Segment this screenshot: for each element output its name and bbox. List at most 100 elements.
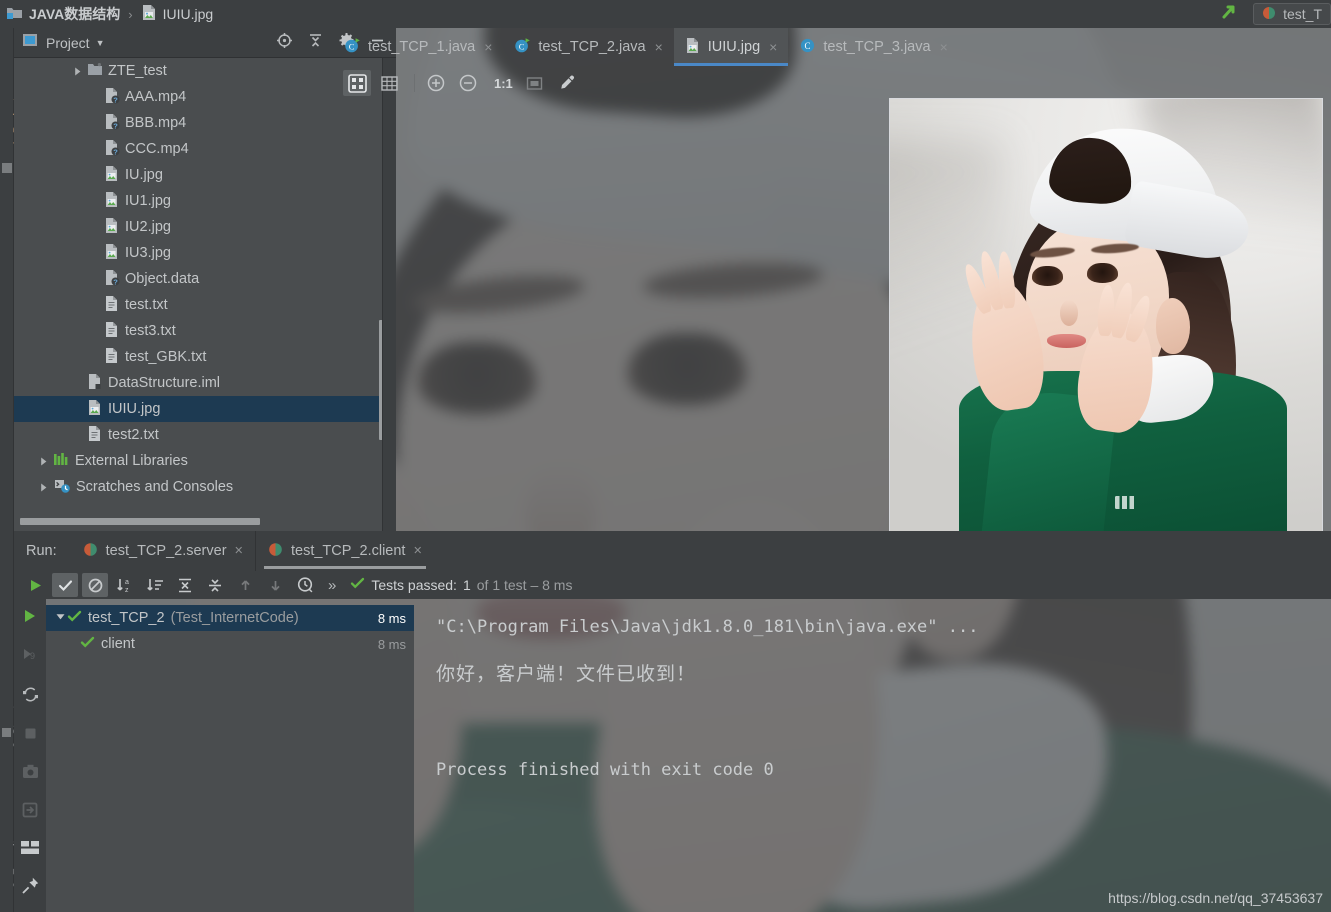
layout-icon[interactable] bbox=[20, 840, 40, 860]
chevron-right-icon[interactable] bbox=[88, 91, 101, 104]
run-config-chip[interactable]: test_T bbox=[1253, 3, 1331, 25]
chevron-right-icon[interactable] bbox=[88, 169, 101, 182]
fit-to-window-icon[interactable] bbox=[521, 70, 549, 96]
tree-row[interactable]: External Libraries bbox=[14, 448, 396, 474]
pin-icon[interactable] bbox=[21, 876, 40, 900]
chevron-right-icon[interactable] bbox=[71, 403, 84, 416]
import-icon[interactable] bbox=[21, 801, 39, 824]
zoom-in-icon[interactable] bbox=[422, 70, 450, 96]
auto-test-icon[interactable] bbox=[21, 685, 40, 709]
chevron-right-icon[interactable] bbox=[88, 117, 101, 130]
close-icon[interactable]: × bbox=[940, 39, 948, 55]
chevron-right-icon[interactable] bbox=[37, 455, 50, 468]
close-icon[interactable]: × bbox=[769, 39, 777, 55]
image-viewer-toolbar[interactable]: 1:1 bbox=[333, 66, 1331, 100]
chevron-right-icon[interactable] bbox=[88, 195, 101, 208]
test-row[interactable]: client 8 ms bbox=[46, 631, 414, 657]
sort-by-duration-button[interactable] bbox=[142, 573, 168, 597]
svg-text:z: z bbox=[125, 587, 129, 594]
run-tab-label: test_TCP_2.server bbox=[105, 543, 227, 559]
test-history-button[interactable] bbox=[292, 573, 318, 597]
editor-tab[interactable]: Ctest_TCP_3.java × bbox=[788, 28, 958, 66]
next-failed-button[interactable] bbox=[262, 573, 288, 597]
chevron-right-icon[interactable] bbox=[88, 247, 101, 260]
tree-row[interactable]: IU1.jpg bbox=[14, 188, 396, 214]
chevron-double-right-icon[interactable]: » bbox=[328, 577, 336, 594]
close-icon[interactable]: × bbox=[655, 39, 663, 55]
rerun-failed-icon[interactable]: 9 bbox=[21, 646, 39, 669]
editor-tab[interactable]: IUIU.jpg × bbox=[673, 28, 789, 66]
run-toolbar[interactable]: az » Tests passed: 1 of 1 test – 8 ms bbox=[14, 571, 1331, 599]
tree-row-label: IU2.jpg bbox=[125, 219, 171, 235]
color-picker-icon[interactable] bbox=[553, 70, 581, 96]
breadcrumb-separator: › bbox=[128, 6, 133, 22]
chevron-right-icon[interactable] bbox=[71, 377, 84, 390]
image-file-icon bbox=[104, 217, 120, 238]
close-icon[interactable]: × bbox=[484, 39, 492, 55]
expand-all-button[interactable] bbox=[172, 573, 198, 597]
sort-alphabetically-button[interactable]: az bbox=[112, 573, 138, 597]
collapse-all-button[interactable] bbox=[202, 573, 228, 597]
tree-row[interactable]: Scratches and Consoles bbox=[14, 474, 396, 500]
watermark-text: https://blog.csdn.net/qq_37453637 bbox=[1108, 890, 1323, 906]
chevron-right-icon[interactable] bbox=[88, 351, 101, 364]
chevron-right-icon[interactable] bbox=[88, 325, 101, 338]
show-passed-toggle[interactable] bbox=[52, 573, 78, 597]
editor-tab-bar[interactable]: Ctest_TCP_1.java × Ctest_TCP_2.java × IUIU.j… bbox=[333, 28, 1331, 66]
run-tab[interactable]: test_TCP_2.server × bbox=[71, 531, 255, 571]
locate-icon[interactable] bbox=[276, 32, 293, 54]
show-ignored-toggle[interactable] bbox=[82, 573, 108, 597]
prev-failed-button[interactable] bbox=[232, 573, 258, 597]
tree-row[interactable]: test.txt bbox=[14, 292, 396, 318]
chevron-right-icon[interactable] bbox=[71, 65, 84, 78]
test-row[interactable]: test_TCP_2 (Test_InternetCode) 8 ms bbox=[46, 605, 414, 631]
toggle-transparency-chessboard-icon[interactable] bbox=[343, 70, 371, 96]
tree-row-selected[interactable]: IUIU.jpg bbox=[14, 396, 396, 422]
rerun-button[interactable] bbox=[22, 573, 48, 597]
camera-icon[interactable] bbox=[21, 763, 40, 785]
tree-row[interactable]: ? BBB.mp4 bbox=[14, 110, 396, 136]
editor-tab[interactable]: Ctest_TCP_2.java × bbox=[503, 28, 673, 66]
zoom-out-icon[interactable] bbox=[454, 70, 482, 96]
chevron-right-icon[interactable] bbox=[88, 299, 101, 312]
close-icon[interactable]: × bbox=[413, 543, 421, 559]
tree-row[interactable]: test2.txt bbox=[14, 422, 396, 448]
console-output[interactable]: "C:\Program Files\Java\jdk1.8.0_181\bin\… bbox=[414, 599, 1331, 912]
chevron-right-icon[interactable] bbox=[88, 143, 101, 156]
tree-row[interactable]: DataStructure.iml bbox=[14, 370, 396, 396]
tree-row[interactable]: IU.jpg bbox=[14, 162, 396, 188]
actual-size-label[interactable]: 1:1 bbox=[486, 76, 521, 91]
run-arrow-green-icon[interactable] bbox=[1219, 1, 1241, 28]
chevron-right-icon[interactable] bbox=[71, 429, 84, 442]
stop-square-icon[interactable] bbox=[22, 725, 39, 747]
close-icon[interactable]: × bbox=[235, 543, 243, 559]
tree-row[interactable]: test3.txt bbox=[14, 318, 396, 344]
toggle-grid-icon[interactable] bbox=[375, 70, 403, 96]
tree-horizontal-scrollbar[interactable] bbox=[20, 518, 260, 525]
project-tree[interactable]: ZTE_test? AAA.mp4? BBB.mp4? CCC.mp4 IU.jpg IU… bbox=[14, 58, 396, 531]
photo-ear bbox=[1155, 297, 1191, 354]
tree-row[interactable]: IU2.jpg bbox=[14, 214, 396, 240]
test-row-class: (Test_InternetCode) bbox=[170, 610, 299, 626]
photo-eye-left bbox=[1031, 265, 1063, 286]
chevron-right-icon[interactable] bbox=[88, 221, 101, 234]
tree-row[interactable]: ? CCC.mp4 bbox=[14, 136, 396, 162]
breadcrumb-project-name[interactable]: JAVA数据结构 bbox=[29, 4, 120, 24]
tree-row[interactable]: test_GBK.txt bbox=[14, 344, 396, 370]
run-side-rail[interactable]: 9 bbox=[14, 599, 46, 912]
chevron-right-icon[interactable] bbox=[88, 273, 101, 286]
chevron-right-icon[interactable] bbox=[37, 481, 50, 494]
run-tab[interactable]: test_TCP_2.client × bbox=[256, 531, 434, 571]
chevron-down-icon[interactable] bbox=[54, 610, 67, 627]
test-results-tree[interactable]: test_TCP_2 (Test_InternetCode) 8 ms client 8… bbox=[46, 605, 414, 912]
project-panel-title[interactable]: Project bbox=[46, 35, 90, 51]
tree-row[interactable]: IU3.jpg bbox=[14, 240, 396, 266]
editor-tab[interactable]: Ctest_TCP_1.java × bbox=[333, 28, 503, 66]
tree-row[interactable]: ? Object.data bbox=[14, 266, 396, 292]
image-file-icon bbox=[104, 165, 120, 186]
image-viewer-canvas[interactable] bbox=[889, 98, 1323, 532]
chevron-down-icon[interactable]: ▼ bbox=[96, 38, 105, 48]
rerun-rail-button[interactable] bbox=[21, 607, 39, 630]
breadcrumb-file-name[interactable]: IUIU.jpg bbox=[163, 6, 214, 22]
collapse-all-icon[interactable] bbox=[307, 32, 324, 54]
